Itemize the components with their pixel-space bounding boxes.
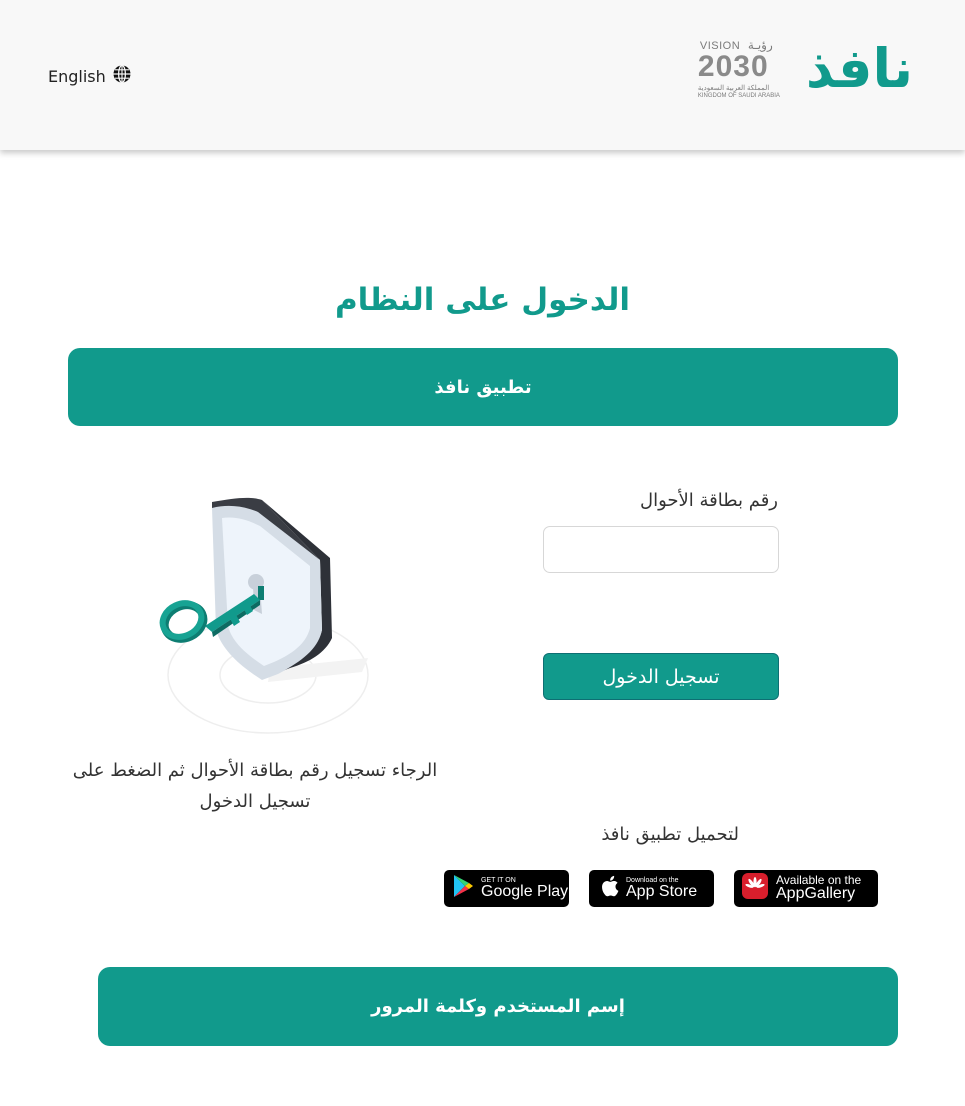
- username-password-tab[interactable]: إسم المستخدم وكلمة المرور: [98, 967, 898, 1046]
- language-label[interactable]: English: [48, 67, 106, 86]
- instruction-text: الرجاء تسجيل رقم بطاقة الأحوال ثم الضغط …: [72, 760, 438, 812]
- shield-key-illustration: [150, 490, 390, 740]
- id-number-input[interactable]: [543, 526, 779, 573]
- huawei-icon: [742, 873, 768, 904]
- language-switch[interactable]: English: [48, 64, 132, 88]
- apple-icon: [601, 875, 619, 902]
- nafath-app-tab[interactable]: تطبيق نافذ: [68, 348, 898, 426]
- id-number-label: رقم بطاقة الأحوال: [639, 490, 778, 511]
- nafath-logo: نافذ: [805, 37, 914, 100]
- google-play-icon: [452, 874, 474, 903]
- app-gallery-badge[interactable]: Available on the AppGallery: [734, 870, 878, 907]
- vision-2030-logo: VISION رؤيـة 2030 المملكة العربية السعود…: [697, 38, 780, 99]
- globe-icon[interactable]: [112, 64, 132, 88]
- page-title: الدخول على النظام: [334, 282, 631, 318]
- download-app-label: لتحميل تطبيق نافذ: [601, 824, 739, 845]
- brand: VISION رؤيـة 2030 المملكة العربية السعود…: [696, 37, 914, 100]
- header: English VISION رؤيـة 2030 المملكة العربي…: [0, 0, 965, 150]
- google-play-badge[interactable]: GET IT ON Google Play: [444, 870, 569, 907]
- login-button[interactable]: تسجيل الدخول: [543, 653, 779, 700]
- app-store-badge[interactable]: Download on the App Store: [589, 870, 714, 907]
